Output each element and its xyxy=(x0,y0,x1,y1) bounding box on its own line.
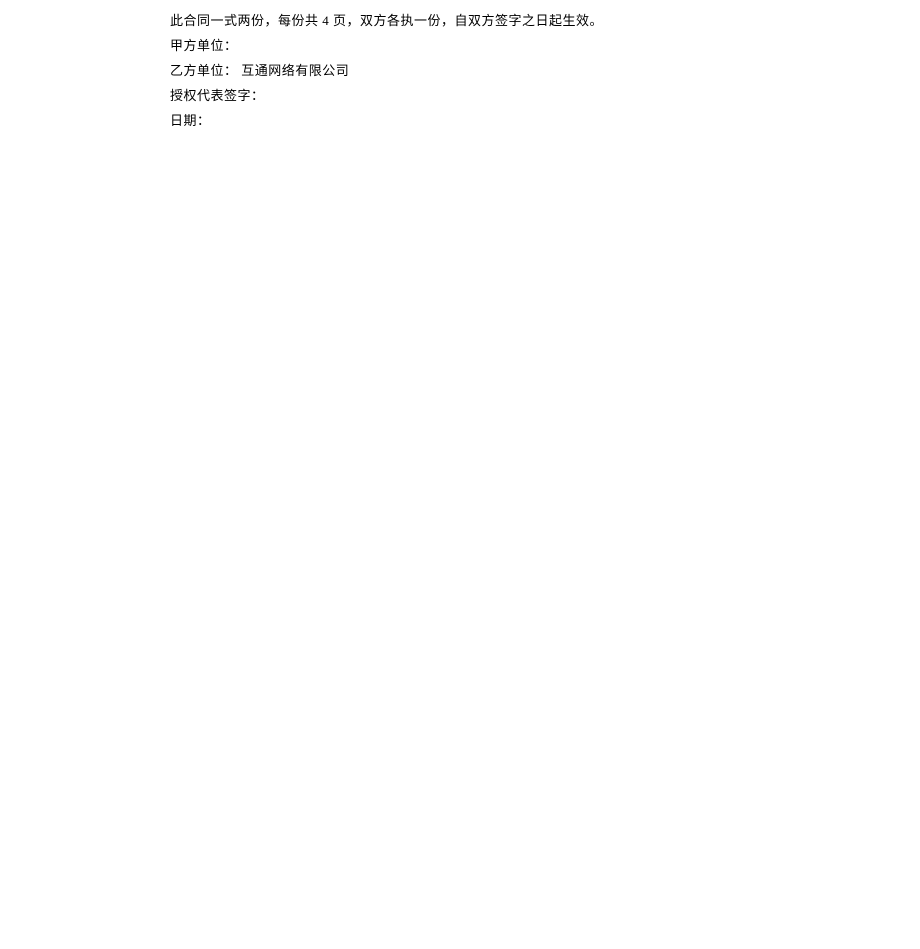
line1-text-after: 页，双方各执一份，自双方签字之日起生效。 xyxy=(329,13,603,28)
party-a-unit: 甲方单位： xyxy=(170,33,920,58)
line1-text-before: 此合同一式两份，每份共 xyxy=(170,13,322,28)
party-b-unit: 乙方单位： 互通网络有限公司 xyxy=(170,58,920,83)
authorized-signature: 授权代表签字： xyxy=(170,83,920,108)
contract-copies-statement: 此合同一式两份，每份共 4 页，双方各执一份，自双方签字之日起生效。 xyxy=(170,8,920,33)
date-field: 日期： xyxy=(170,108,920,133)
